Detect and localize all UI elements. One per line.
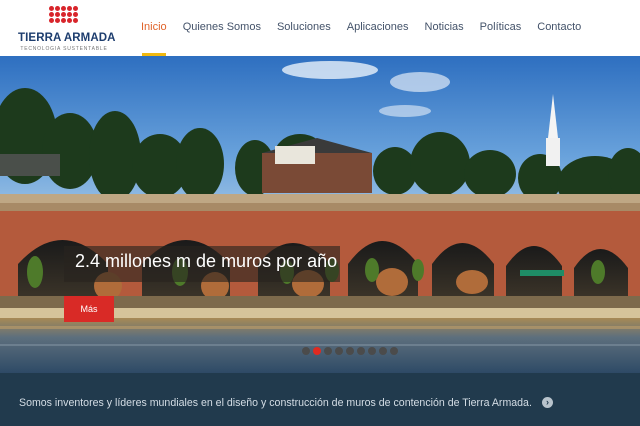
logo[interactable]: TIERRA ARMADA TECNOLOGIA SUSTENTABLE — [18, 5, 116, 53]
hero-headline: 2.4 millones m de muros por año — [75, 251, 338, 271]
intro-band: Somos inventores y líderes mundiales en … — [0, 373, 640, 426]
logo-dots-icon — [49, 6, 79, 26]
intro-text: Somos inventores y líderes mundiales en … — [19, 397, 532, 409]
slider-dot-9[interactable] — [390, 347, 398, 355]
nav-item-inicio[interactable]: Inicio — [133, 0, 175, 56]
slider-dot-7[interactable] — [368, 347, 376, 355]
slider-dot-2[interactable] — [313, 347, 321, 355]
nav-item-soluciones[interactable]: Soluciones — [269, 0, 339, 56]
brand-name: TIERRA ARMADA — [18, 32, 116, 44]
main-nav: Inicio Quienes Somos Soluciones Aplicaci… — [133, 0, 589, 56]
mas-button[interactable]: Más — [64, 296, 114, 322]
slider-dot-4[interactable] — [335, 347, 343, 355]
nav-item-aplicaciones[interactable]: Aplicaciones — [339, 0, 417, 56]
slider-dot-6[interactable] — [357, 347, 365, 355]
hero-image — [0, 56, 640, 373]
nav-item-politicas[interactable]: Políticas — [472, 0, 530, 56]
chevron-right-icon[interactable]: › — [542, 397, 553, 408]
site-header: TIERRA ARMADA TECNOLOGIA SUSTENTABLE Ini… — [0, 0, 640, 56]
hero-headline-box: 2.4 millones m de muros por año — [64, 246, 340, 282]
nav-item-noticias[interactable]: Noticias — [417, 0, 472, 56]
hero-slider: 2.4 millones m de muros por año Más — [0, 56, 640, 373]
slider-dot-3[interactable] — [324, 347, 332, 355]
nav-item-contacto[interactable]: Contacto — [529, 0, 589, 56]
slider-dot-5[interactable] — [346, 347, 354, 355]
slider-dot-1[interactable] — [302, 347, 310, 355]
slider-dot-8[interactable] — [379, 347, 387, 355]
slider-dots — [302, 347, 398, 357]
nav-item-quienes-somos[interactable]: Quienes Somos — [175, 0, 269, 56]
brand-tagline: TECNOLOGIA SUSTENTABLE — [20, 46, 108, 52]
